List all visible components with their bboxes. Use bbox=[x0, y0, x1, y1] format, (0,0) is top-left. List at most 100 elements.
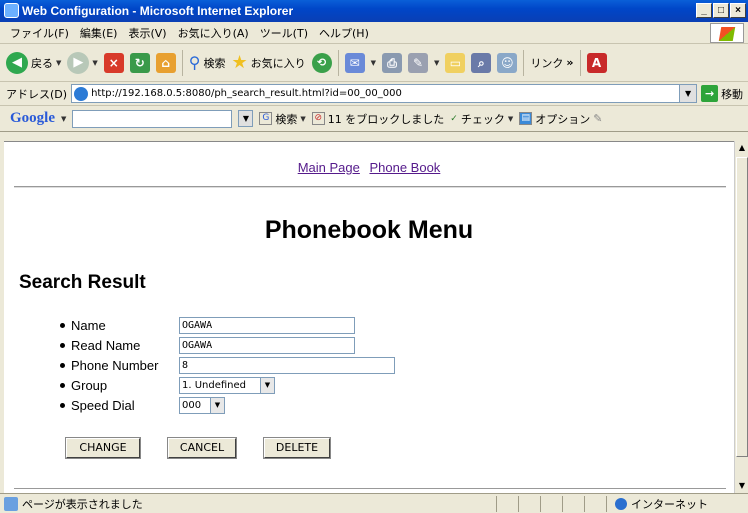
toolbar-separator bbox=[523, 49, 525, 76]
internet-zone-icon bbox=[615, 497, 627, 510]
toolbar-separator bbox=[579, 49, 581, 76]
home-icon[interactable]: ⌂ bbox=[155, 52, 176, 73]
status-panel bbox=[518, 495, 540, 512]
google-g-icon: G bbox=[259, 112, 273, 125]
group-select[interactable]: 1. Undefined ▼ bbox=[179, 377, 275, 394]
group-label: Group bbox=[71, 378, 108, 393]
group-selected-value: 1. Undefined bbox=[182, 380, 247, 391]
scroll-up-icon[interactable]: ▲ bbox=[735, 141, 748, 155]
google-search-button[interactable]: G 検索 ▼ bbox=[259, 111, 306, 127]
mail-dropdown-icon[interactable]: ▼ bbox=[371, 59, 376, 67]
acrobat-icon[interactable]: A bbox=[586, 52, 607, 73]
window-controls: _ □ × bbox=[696, 3, 746, 18]
refresh-icon[interactable]: ↻ bbox=[129, 52, 150, 73]
research-icon[interactable]: ⌕ bbox=[471, 52, 492, 73]
address-label: アドレス(D) bbox=[6, 87, 68, 101]
print-icon[interactable]: ⎙ bbox=[382, 52, 403, 73]
status-bar: ページが表示されました インターネット bbox=[0, 493, 748, 513]
delete-button[interactable]: DELETE bbox=[263, 437, 331, 459]
status-panel bbox=[496, 495, 518, 512]
address-dropdown-icon[interactable]: ▼ bbox=[679, 85, 697, 102]
bullet bbox=[60, 383, 65, 388]
windows-flag-icon bbox=[718, 27, 736, 41]
page-icon bbox=[74, 86, 89, 101]
spellcheck-dropdown-icon[interactable]: ▼ bbox=[508, 115, 513, 123]
go-label: 移動 bbox=[721, 87, 744, 101]
page-status-icon bbox=[4, 496, 18, 511]
mail-icon[interactable]: ✉ bbox=[344, 52, 365, 73]
bullet bbox=[60, 323, 65, 328]
spellcheck-label: チェック bbox=[460, 112, 505, 126]
back-button[interactable]: ◀ 戻る ▼ bbox=[6, 51, 61, 74]
top-divider bbox=[14, 186, 726, 188]
options-icon: ▤ bbox=[519, 112, 533, 125]
phone-number-field[interactable]: 8 bbox=[179, 357, 395, 374]
history-icon[interactable]: ⟲ bbox=[311, 52, 332, 73]
google-search-label: 検索 bbox=[275, 112, 298, 126]
scroll-thumb[interactable] bbox=[736, 157, 748, 457]
popup-blocked-label: 11 をブロックしました bbox=[327, 112, 445, 126]
chevron-down-icon[interactable]: ▼ bbox=[210, 398, 224, 413]
status-text: ページが表示されました bbox=[22, 497, 143, 511]
menu-view[interactable]: 表示(V) bbox=[128, 25, 166, 41]
title-bar: Web Configuration - Microsoft Internet E… bbox=[0, 0, 748, 22]
cancel-button[interactable]: CANCEL bbox=[167, 437, 237, 459]
read-name-label: Read Name bbox=[71, 338, 141, 353]
read-name-field[interactable]: OGAWA bbox=[179, 337, 355, 354]
forward-dropdown-icon[interactable]: ▼ bbox=[92, 59, 97, 67]
status-panel bbox=[540, 495, 562, 512]
highlighter-icon[interactable]: ✎ bbox=[593, 112, 602, 125]
google-search-btn-dropdown-icon[interactable]: ▼ bbox=[300, 115, 305, 123]
close-button[interactable]: × bbox=[730, 3, 746, 18]
menu-help[interactable]: ヘルプ(H) bbox=[319, 25, 369, 41]
search-button[interactable]: ⚲ 検索 bbox=[189, 53, 226, 72]
scroll-down-icon[interactable]: ▼ bbox=[735, 479, 748, 493]
popup-blocker-button[interactable]: ⊘ 11 をブロックしました bbox=[311, 111, 445, 127]
spellcheck-button[interactable]: ✓ チェック ▼ bbox=[450, 111, 513, 127]
bullet bbox=[60, 343, 65, 348]
google-logo[interactable]: Google bbox=[10, 110, 55, 127]
edit-dropdown-icon[interactable]: ▼ bbox=[434, 59, 439, 67]
speed-dial-select[interactable]: 000 ▼ bbox=[179, 397, 225, 414]
google-logo-text: Google bbox=[10, 110, 55, 126]
chevron-down-icon[interactable]: ▼ bbox=[260, 378, 274, 393]
options-button[interactable]: ▤ オプション ✎ bbox=[519, 111, 602, 127]
address-bar: アドレス(D) http://192.168.0.5:8080/ph_searc… bbox=[0, 82, 748, 106]
messenger-icon[interactable]: ☺ bbox=[497, 52, 518, 73]
address-url: http://192.168.0.5:8080/ph_search_result… bbox=[91, 88, 402, 99]
back-arrow-icon: ◀ bbox=[6, 51, 28, 74]
name-field[interactable]: OGAWA bbox=[179, 317, 355, 334]
folder-icon[interactable]: ▭ bbox=[445, 52, 466, 73]
back-label: 戻る bbox=[31, 56, 53, 70]
page-content: Main Page Phone Book Phonebook Menu Sear… bbox=[4, 141, 734, 493]
google-search-input[interactable] bbox=[72, 109, 233, 128]
change-button[interactable]: CHANGE bbox=[65, 437, 141, 459]
edit-icon[interactable]: ✎ bbox=[408, 52, 429, 73]
menu-edit[interactable]: 編集(E) bbox=[80, 25, 118, 41]
zone-label: インターネット bbox=[631, 497, 708, 511]
links-button[interactable]: リンク » bbox=[530, 55, 573, 71]
main-page-link[interactable]: Main Page bbox=[298, 160, 360, 175]
section-title: Search Result bbox=[19, 272, 146, 293]
security-zone[interactable]: インターネット bbox=[606, 495, 708, 512]
google-search-dropdown-icon[interactable]: ▼ bbox=[238, 110, 254, 127]
google-menu-dropdown-icon[interactable]: ▼ bbox=[61, 115, 66, 123]
vertical-scrollbar[interactable]: ▲ ▼ bbox=[734, 141, 748, 493]
go-button[interactable]: → 移動 bbox=[701, 85, 743, 102]
address-input[interactable]: http://192.168.0.5:8080/ph_search_result… bbox=[71, 84, 698, 103]
search-icon: ⚲ bbox=[188, 53, 201, 72]
forward-arrow-icon: ▶ bbox=[67, 51, 90, 74]
favorites-button[interactable]: ★ お気に入り bbox=[232, 52, 306, 73]
standard-toolbar: ◀ 戻る ▼ ▶ ▼ × ↻ ⌂ ⚲ 検索 ★ お気に入り ⟲ ✉ ▼ ⎙ ✎ … bbox=[0, 44, 748, 82]
menu-tools[interactable]: ツール(T) bbox=[260, 25, 308, 41]
menu-file[interactable]: ファイル(F) bbox=[10, 25, 69, 41]
minimize-button[interactable]: _ bbox=[696, 3, 712, 18]
back-dropdown-icon[interactable]: ▼ bbox=[56, 59, 61, 67]
speed-dial-selected-value: 000 bbox=[182, 400, 202, 411]
menu-favorites[interactable]: お気に入り(A) bbox=[178, 25, 249, 41]
forward-button[interactable]: ▶ ▼ bbox=[67, 51, 98, 74]
stop-icon[interactable]: × bbox=[103, 52, 124, 73]
maximize-button[interactable]: □ bbox=[713, 3, 729, 18]
phone-book-link[interactable]: Phone Book bbox=[369, 160, 440, 175]
status-panel bbox=[584, 495, 606, 512]
